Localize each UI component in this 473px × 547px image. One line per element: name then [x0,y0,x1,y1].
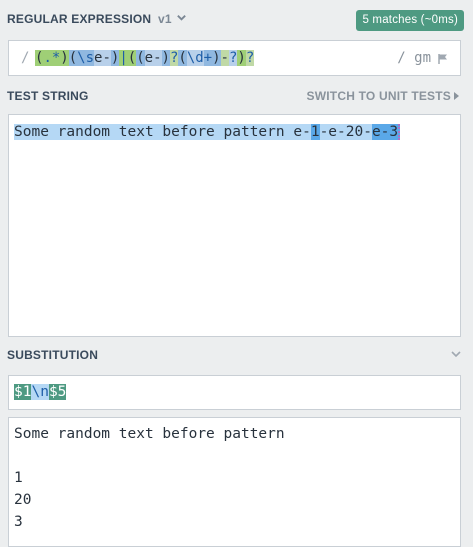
match-highlight: 1 [310,124,320,140]
regex-token: ? [169,50,179,66]
substitution-pattern: $1\n$5 [14,384,67,400]
result-line: 1 [14,470,23,486]
regex-token: ( [35,50,44,66]
substitution-result: Some random text before pattern 1 20 3 [8,417,461,547]
regex-token: ( [136,50,145,66]
regex-token: ) [237,50,246,66]
match-highlight: -e-20- [319,124,372,140]
regex-token: \s [77,50,95,66]
regex-pattern[interactable]: (.*)(\se-)|((e-)?(\d+)-?)? [35,50,255,66]
regex-token: ) [110,50,120,66]
regex-input[interactable]: / (.*)(\se-)|((e-)?(\d+)-?)? / gm [8,40,461,76]
regex-token: ) [60,50,69,66]
result-line: 3 [14,514,23,530]
result-line: Some random text before pattern [14,426,285,442]
regex-open-delimiter: / [21,50,30,66]
test-string-editor[interactable]: Some random text before pattern e-1-e-20… [8,114,461,337]
substitution-header[interactable]: SUBSTITUTION [0,343,473,369]
substitution-token: $1 [14,384,32,400]
regex-token: | [119,50,128,66]
regex-flags[interactable]: / gm [397,50,431,66]
regex-token: \d [186,50,204,66]
substitution-token: $5 [48,384,67,400]
result-line: 20 [14,492,32,508]
regex-token: ) [161,50,170,66]
match-highlight: Some random text before pattern [14,124,285,140]
test-string-header: TEST STRING SWITCH TO UNIT TESTS [0,78,473,112]
regex-token: ( [68,50,78,66]
regex-token: - [220,50,229,66]
chevron-down-icon[interactable] [450,348,462,360]
match-highlight: e-3 [371,124,401,140]
switch-unit-tests-link[interactable]: SWITCH TO UNIT TESTS [307,89,451,103]
substitution-input[interactable]: $1\n$5 [8,375,461,410]
regex-token: .* [43,50,61,66]
regex-token: ? [228,50,238,66]
flag-icon[interactable] [437,53,449,65]
substitution-title: SUBSTITUTION [7,348,99,362]
regex-token: + [203,50,213,66]
regex-header: REGULAR EXPRESSION v1 5 matches (~0ms) [0,0,473,38]
regex-token: ( [178,50,187,66]
regex-token: ) [212,50,221,66]
regex-token: ( [127,50,137,66]
regex-token: e- [94,50,111,66]
chevron-right-icon[interactable] [454,92,459,100]
regex-section-title: REGULAR EXPRESSION [7,12,152,26]
chevron-down-icon[interactable] [176,12,187,23]
match-highlight: e- [284,124,311,140]
match-count-badge: 5 matches (~0ms) [356,10,464,31]
test-string-title: TEST STRING [7,89,89,103]
test-string-text: Some random text before pattern e-1-e-20… [14,124,401,140]
substitution-token: \n [31,384,49,400]
regex-token: e- [144,50,162,66]
regex-token: ? [245,50,255,66]
regex-version-label[interactable]: v1 [158,12,172,26]
